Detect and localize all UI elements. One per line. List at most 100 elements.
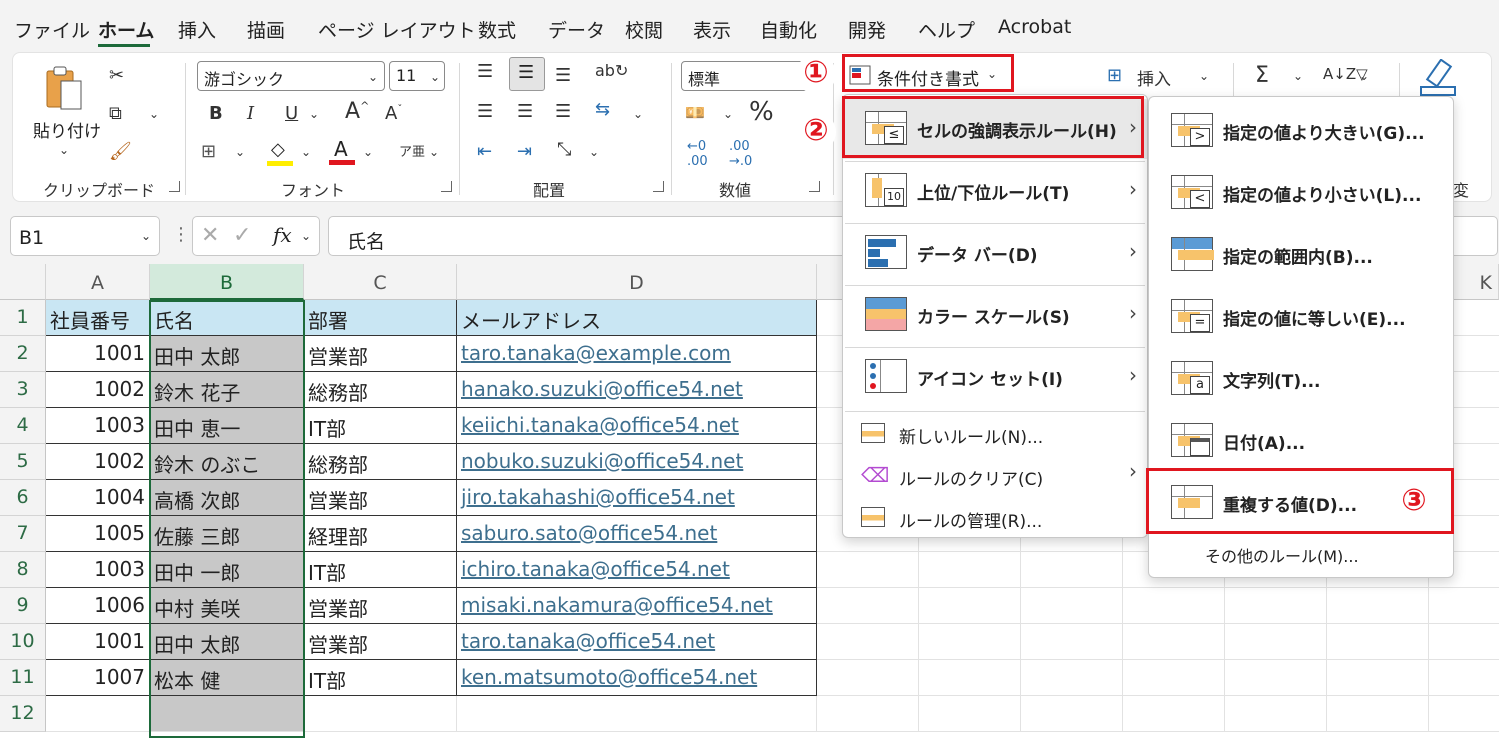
- row-header[interactable]: 3: [0, 372, 46, 408]
- department-cell[interactable]: 総務部: [304, 372, 457, 408]
- name-cell[interactable]: 鈴木 のぶこ: [150, 444, 304, 480]
- chevron-down-icon[interactable]: ⌄: [723, 107, 733, 121]
- phonetic-icon[interactable]: ア亜: [399, 141, 425, 160]
- tab-home[interactable]: ホーム: [98, 16, 154, 43]
- orientation-icon[interactable]: ab↻: [595, 61, 628, 80]
- empty-cell[interactable]: [919, 552, 1021, 588]
- email-link-cell[interactable]: hanako.suzuki@office54.net: [457, 372, 817, 408]
- insert-cells-icon[interactable]: ⊞: [1107, 65, 1122, 86]
- addin-icon[interactable]: [1419, 59, 1459, 99]
- empty-cell[interactable]: [1327, 624, 1429, 660]
- chevron-down-icon[interactable]: ⌄: [301, 229, 311, 243]
- name-cell[interactable]: 佐藤 三郎: [150, 516, 304, 552]
- empty-cell[interactable]: [1327, 660, 1429, 696]
- department-cell[interactable]: 営業部: [304, 480, 457, 516]
- tab-data[interactable]: データ: [548, 16, 605, 43]
- clipboard-launcher[interactable]: [169, 181, 180, 192]
- name-box[interactable]: B1 ⌄: [10, 216, 160, 256]
- name-cell[interactable]: 田中 恵一: [150, 408, 304, 444]
- merge-center-icon[interactable]: ⤡: [557, 139, 571, 160]
- empty-cell[interactable]: [919, 624, 1021, 660]
- menu-item-color-scales[interactable]: カラー スケール(S) ›: [843, 285, 1147, 345]
- empty-cell[interactable]: [817, 696, 919, 732]
- email-link-cell[interactable]: keiichi.tanaka@office54.net: [457, 408, 817, 444]
- department-cell[interactable]: 営業部: [304, 624, 457, 660]
- row-header[interactable]: 11: [0, 660, 46, 696]
- tab-acrobat[interactable]: Acrobat: [998, 16, 1071, 38]
- employee-id-cell[interactable]: 1002: [46, 372, 150, 408]
- submenu-item-greater-than[interactable]: > 指定の値より大きい(G)...: [1149, 101, 1453, 161]
- tab-formulas[interactable]: 数式: [478, 16, 516, 43]
- email-link-cell[interactable]: saburo.sato@office54.net: [457, 516, 817, 552]
- chevron-down-icon[interactable]: ⌄: [235, 145, 245, 159]
- enter-icon[interactable]: ✓: [233, 223, 251, 248]
- department-cell[interactable]: IT部: [304, 552, 457, 588]
- empty-cell[interactable]: [304, 696, 457, 732]
- chevron-down-icon[interactable]: ⌄: [1293, 69, 1303, 83]
- tab-file[interactable]: ファイル: [14, 16, 90, 43]
- menu-item-highlight-cells-rules[interactable]: ≤ セルの強調表示ルール(H) ›: [843, 99, 1147, 159]
- employee-id-cell[interactable]: 1003: [46, 408, 150, 444]
- tab-page-layout[interactable]: ページ レイアウト: [318, 16, 476, 43]
- submenu-item-equal-to[interactable]: = 指定の値に等しい(E)...: [1149, 287, 1453, 347]
- row-header[interactable]: 7: [0, 516, 46, 552]
- empty-cell[interactable]: [1225, 696, 1327, 732]
- row-header[interactable]: 9: [0, 588, 46, 624]
- column-header-d[interactable]: D: [457, 264, 817, 300]
- tab-draw[interactable]: 描画: [247, 16, 285, 43]
- align-left-icon[interactable]: ☰: [477, 101, 493, 122]
- employee-id-cell[interactable]: 1003: [46, 552, 150, 588]
- more-options-icon[interactable]: ⋮: [172, 224, 190, 245]
- empty-cell[interactable]: [457, 696, 817, 732]
- empty-cell[interactable]: [1123, 588, 1225, 624]
- row-header[interactable]: 2: [0, 336, 46, 372]
- empty-cell[interactable]: [1021, 696, 1123, 732]
- empty-cell[interactable]: [1225, 660, 1327, 696]
- empty-cell[interactable]: [1021, 588, 1123, 624]
- empty-cell[interactable]: [46, 696, 150, 732]
- name-cell[interactable]: 鈴木 花子: [150, 372, 304, 408]
- empty-cell[interactable]: [150, 696, 304, 732]
- align-top-icon[interactable]: ☰: [477, 61, 493, 82]
- email-link-cell[interactable]: taro.tanaka@example.com: [457, 336, 817, 372]
- name-cell[interactable]: 高橋 次郎: [150, 480, 304, 516]
- empty-cell[interactable]: [919, 660, 1021, 696]
- tab-review[interactable]: 校閲: [625, 16, 663, 43]
- email-link-cell[interactable]: nobuko.suzuki@office54.net: [457, 444, 817, 480]
- name-cell[interactable]: 松本 健: [150, 660, 304, 696]
- align-bottom-icon[interactable]: ☰: [555, 65, 571, 86]
- wrap-text-icon[interactable]: ⇆: [595, 99, 610, 120]
- align-middle-button[interactable]: ☰: [509, 57, 545, 91]
- menu-item-top-bottom-rules[interactable]: 10 上位/下位ルール(T) ›: [843, 161, 1147, 221]
- empty-cell[interactable]: [1123, 696, 1225, 732]
- submenu-item-less-than[interactable]: < 指定の値より小さい(L)...: [1149, 163, 1453, 223]
- column-header-b[interactable]: B: [150, 264, 304, 300]
- accounting-format-icon[interactable]: 💴: [685, 103, 705, 122]
- column-header-c[interactable]: C: [304, 264, 457, 300]
- row-header[interactable]: 4: [0, 408, 46, 444]
- empty-cell[interactable]: [817, 660, 919, 696]
- empty-cell[interactable]: [1123, 624, 1225, 660]
- empty-cell[interactable]: [1021, 552, 1123, 588]
- employee-id-cell[interactable]: 1005: [46, 516, 150, 552]
- empty-cell[interactable]: [1429, 588, 1499, 624]
- bold-icon[interactable]: B: [209, 103, 223, 124]
- menu-item-new-rule[interactable]: 新しいルール(N)...: [843, 413, 1147, 453]
- empty-cell[interactable]: [817, 588, 919, 624]
- empty-cell[interactable]: [919, 588, 1021, 624]
- menu-item-manage-rules[interactable]: ルールの管理(R)...: [843, 497, 1147, 537]
- tab-view[interactable]: 表示: [693, 16, 731, 43]
- empty-cell[interactable]: [1225, 588, 1327, 624]
- font-launcher[interactable]: [441, 181, 452, 192]
- header-cell[interactable]: 部署: [304, 300, 457, 336]
- department-cell[interactable]: 営業部: [304, 336, 457, 372]
- insert-cells-label[interactable]: 挿入: [1137, 65, 1171, 90]
- department-cell[interactable]: IT部: [304, 408, 457, 444]
- empty-cell[interactable]: [1429, 660, 1499, 696]
- empty-cell[interactable]: [1429, 624, 1499, 660]
- email-link-cell[interactable]: jiro.takahashi@office54.net: [457, 480, 817, 516]
- department-cell[interactable]: 営業部: [304, 588, 457, 624]
- chevron-down-icon[interactable]: ⌄: [1359, 69, 1369, 83]
- decrease-font-icon[interactable]: Aˇ: [385, 103, 402, 124]
- fill-color-icon[interactable]: ◇: [267, 139, 293, 166]
